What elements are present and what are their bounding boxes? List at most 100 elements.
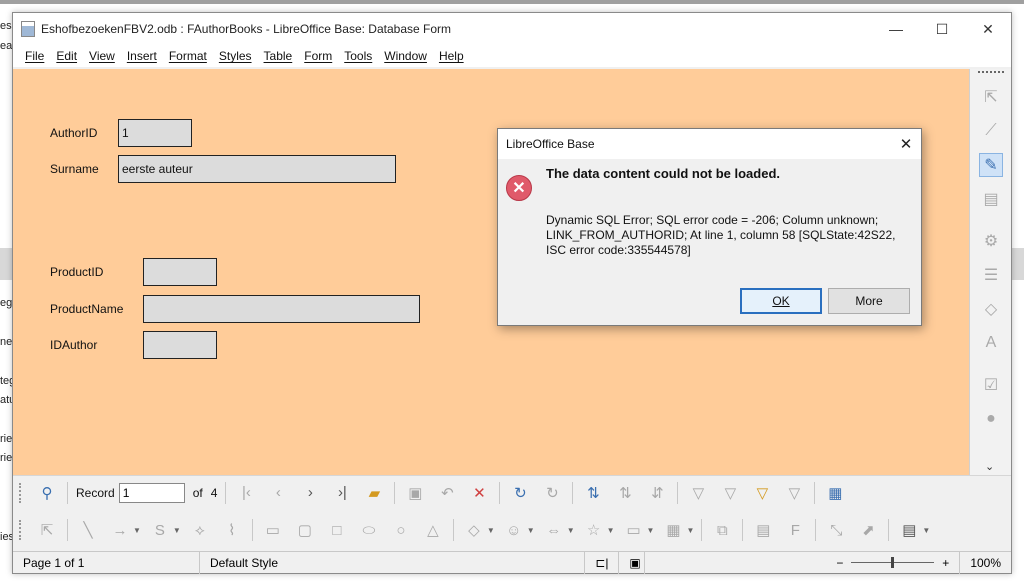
id-author-field[interactable] bbox=[143, 331, 217, 359]
save-icon[interactable]: ▣ bbox=[404, 482, 426, 504]
delete-icon[interactable]: ✕ bbox=[468, 482, 490, 504]
menu-file[interactable]: File bbox=[19, 49, 50, 63]
double-arrow-icon[interactable]: ⇔ bbox=[543, 519, 565, 541]
points-icon[interactable]: ⤡ bbox=[825, 519, 847, 541]
product-id-field[interactable] bbox=[143, 258, 217, 286]
rectangle-icon[interactable]: ▭ bbox=[262, 519, 284, 541]
menu-form[interactable]: Form bbox=[298, 49, 338, 63]
form-controls-sidebar: ⇱ ⟋ ✎ ▤ ⚙ ☰ ◇ A ☑ ● ⌄ bbox=[969, 69, 1011, 475]
menu-view[interactable]: View bbox=[83, 49, 121, 63]
record-input[interactable]: 1 bbox=[118, 482, 185, 503]
form-navigator-icon[interactable]: ▤ bbox=[979, 187, 1003, 211]
refresh-control-icon[interactable]: ↻ bbox=[541, 482, 563, 504]
dropdown-arrow-icon[interactable]: ▼ bbox=[686, 526, 694, 535]
menu-format[interactable]: Format bbox=[163, 49, 213, 63]
properties-icon[interactable]: ⚙ bbox=[979, 229, 1003, 253]
chevron-down-icon[interactable]: ⌄ bbox=[985, 460, 994, 473]
checkbox-icon[interactable]: ☑ bbox=[979, 373, 1003, 397]
arrow-icon[interactable]: → bbox=[109, 519, 131, 541]
circle-icon[interactable]: ○ bbox=[390, 519, 412, 541]
triangle-icon[interactable]: △ bbox=[422, 519, 444, 541]
zoom-track[interactable] bbox=[851, 557, 935, 568]
sort-desc-icon[interactable]: ⇅ bbox=[614, 482, 636, 504]
zoom-thumb[interactable] bbox=[891, 557, 895, 568]
surname-field[interactable]: eerste auteur bbox=[118, 155, 396, 183]
curve-icon[interactable]: S bbox=[149, 519, 171, 541]
square-icon[interactable]: □ bbox=[326, 519, 348, 541]
minimize-button[interactable]: — bbox=[873, 13, 919, 45]
callout-icon[interactable]: ▭ bbox=[623, 519, 645, 541]
dropdown-arrow-icon[interactable]: ▼ bbox=[922, 526, 930, 535]
select-icon[interactable]: ⇱ bbox=[979, 85, 1003, 109]
dropdown-arrow-icon[interactable]: ▼ bbox=[487, 526, 495, 535]
text-box-icon[interactable]: ▤ bbox=[752, 519, 774, 541]
last-icon[interactable]: ›| bbox=[331, 482, 353, 504]
dropdown-arrow-icon[interactable]: ▼ bbox=[647, 526, 655, 535]
sort-asc-icon[interactable]: ⇅ bbox=[582, 482, 604, 504]
fontwork-icon[interactable]: F bbox=[784, 519, 806, 541]
more-button[interactable]: More bbox=[828, 288, 910, 314]
previous-icon[interactable]: ‹ bbox=[267, 482, 289, 504]
dialog-title[interactable]: LibreOffice Base bbox=[498, 129, 921, 159]
autofilter-icon[interactable]: ▽ bbox=[687, 482, 709, 504]
toolbar-grip[interactable] bbox=[19, 520, 23, 540]
smiley-icon[interactable]: ☺ bbox=[503, 519, 525, 541]
diamond-icon[interactable]: ◇ bbox=[463, 519, 485, 541]
zoom-in-button[interactable]: + bbox=[942, 556, 949, 570]
dropdown-arrow-icon[interactable]: ▼ bbox=[567, 526, 575, 535]
author-id-field[interactable]: 1 bbox=[118, 119, 192, 147]
refresh-icon[interactable]: ↻ bbox=[509, 482, 531, 504]
extrusion-icon[interactable]: ⬈ bbox=[857, 519, 879, 541]
rounded-rect-icon[interactable]: ▢ bbox=[294, 519, 316, 541]
select-icon[interactable]: ⇱ bbox=[36, 519, 58, 541]
freeform-icon[interactable]: ⌇ bbox=[221, 519, 243, 541]
menu-help[interactable]: Help bbox=[433, 49, 470, 63]
reset-filter-icon[interactable]: ▽ bbox=[783, 482, 805, 504]
label-icon[interactable]: ◇ bbox=[979, 297, 1003, 321]
design-mode-icon[interactable]: ⟋ bbox=[979, 119, 1003, 143]
polygon-icon[interactable]: ⟡ bbox=[189, 519, 211, 541]
maximize-button[interactable]: ☐ bbox=[919, 13, 965, 45]
dropdown-arrow-icon[interactable]: ▼ bbox=[133, 526, 141, 535]
product-name-field[interactable] bbox=[143, 295, 420, 323]
selection-mode-icon[interactable]: ⊏| bbox=[585, 551, 620, 574]
text-field-icon[interactable]: A bbox=[979, 331, 1003, 355]
close-button[interactable]: ✕ bbox=[965, 13, 1011, 45]
menu-styles[interactable]: Styles bbox=[213, 49, 258, 63]
option-icon[interactable]: ● bbox=[979, 407, 1003, 431]
ellipse-icon[interactable]: ⬭ bbox=[358, 519, 380, 541]
star-icon[interactable]: ☆ bbox=[583, 519, 605, 541]
menu-tools[interactable]: Tools bbox=[338, 49, 378, 63]
filter-icon[interactable]: ▽ bbox=[719, 482, 741, 504]
zoom-out-button[interactable]: − bbox=[836, 556, 843, 570]
dropdown-arrow-icon[interactable]: ▼ bbox=[607, 526, 615, 535]
toolbar-grip[interactable] bbox=[19, 482, 23, 503]
dialog-close-icon[interactable]: ✕ bbox=[891, 129, 921, 159]
flowchart-icon[interactable]: ▦ bbox=[662, 519, 684, 541]
dropdown-arrow-icon[interactable]: ▼ bbox=[527, 526, 535, 535]
group-icon[interactable]: ⧉ bbox=[711, 519, 733, 541]
menu-window[interactable]: Window bbox=[378, 49, 433, 63]
menu-table[interactable]: Table bbox=[258, 49, 299, 63]
insert-image-icon[interactable]: ▤ bbox=[898, 519, 920, 541]
dropdown-arrow-icon[interactable]: ▼ bbox=[173, 526, 181, 535]
list-icon[interactable]: ☰ bbox=[979, 263, 1003, 287]
status-bar: Page 1 of 1 Default Style ⊏| ▣ − + 100% bbox=[13, 551, 1011, 574]
zoom-slider[interactable]: − + bbox=[826, 551, 961, 574]
first-icon[interactable]: |‹ bbox=[235, 482, 257, 504]
data-source-icon[interactable]: ▦ bbox=[824, 482, 846, 504]
menu-edit[interactable]: Edit bbox=[50, 49, 83, 63]
next-icon[interactable]: › bbox=[299, 482, 321, 504]
ok-button[interactable]: OK bbox=[740, 288, 822, 314]
apply-filter-icon[interactable]: ▽ bbox=[751, 482, 773, 504]
undo-icon[interactable]: ↶ bbox=[436, 482, 458, 504]
find-icon[interactable]: ⚲ bbox=[36, 482, 58, 504]
zoom-level[interactable]: 100% bbox=[960, 552, 1011, 574]
open-icon[interactable]: ▰ bbox=[363, 482, 385, 504]
wizard-icon[interactable]: ✎ bbox=[979, 153, 1003, 177]
title-bar[interactable]: EshofbezoekenFBV2.odb : FAuthorBooks - L… bbox=[13, 13, 1011, 45]
sidebar-grip[interactable] bbox=[978, 71, 1004, 75]
sort-icon[interactable]: ⇵ bbox=[646, 482, 668, 504]
line-icon[interactable]: ╲ bbox=[77, 519, 99, 541]
menu-insert[interactable]: Insert bbox=[121, 49, 163, 63]
